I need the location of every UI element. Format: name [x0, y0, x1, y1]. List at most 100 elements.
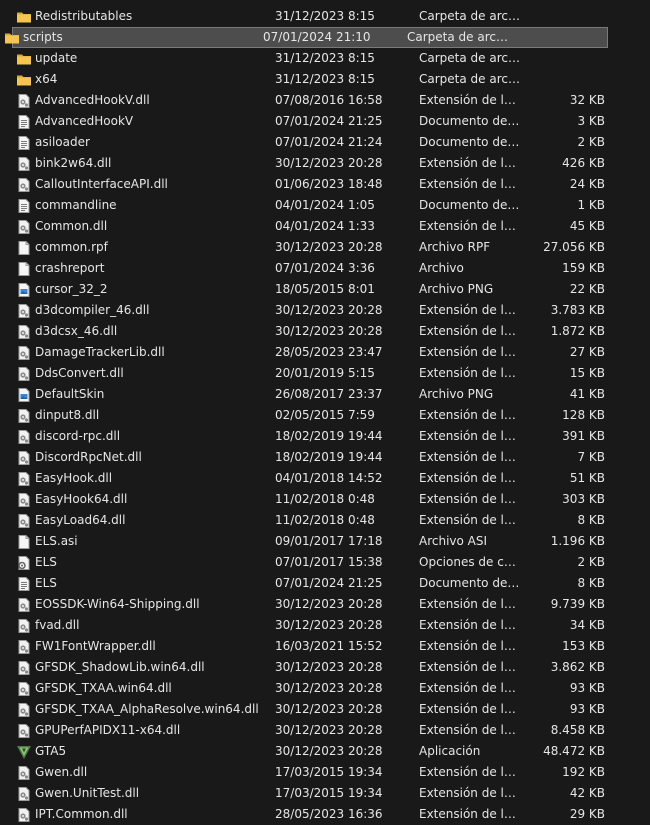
dll-file-icon [16, 450, 32, 466]
file-date-modified: 09/01/2017 17:18 [275, 534, 383, 548]
file-row[interactable]: EasyLoad64.dll 11/02/2018 0:48 Extensión d… [0, 510, 650, 531]
file-date-modified: 18/02/2019 19:44 [275, 429, 383, 443]
file-size: 3.783 KB [550, 303, 605, 317]
file-row[interactable]: d3dcsx_46.dll 30/12/2023 20:28 Extensión d… [0, 321, 650, 342]
config-file-icon [16, 555, 32, 571]
file-row[interactable]: AdvancedHookV.dll 07/08/2016 16:58 Extensi… [0, 90, 650, 111]
file-row[interactable]: Common.dll 04/01/2024 1:33 Extensión de la… [0, 216, 650, 237]
file-date-modified: 07/08/2016 16:58 [275, 93, 383, 107]
file-name: update [35, 51, 78, 65]
file-row[interactable]: bink2w64.dll 30/12/2023 20:28 Extensión de… [0, 153, 650, 174]
text-file-icon [16, 576, 32, 592]
file-type: Extensión de la ap... [419, 639, 523, 653]
blank-file-icon [16, 240, 32, 256]
file-date-modified: 04/01/2024 1:05 [275, 198, 375, 212]
file-row[interactable]: GFSDK_ShadowLib.win64.dll 30/12/2023 20:2… [0, 657, 650, 678]
file-row[interactable]: discord-rpc.dll 18/02/2019 19:44 Extensión… [0, 426, 650, 447]
file-name: GTA5 [35, 744, 67, 758]
file-row[interactable]: update 31/12/2023 8:15 Carpeta de archivos [0, 48, 650, 69]
file-row[interactable]: FW1FontWrapper.dll 16/03/2021 15:52 Extens… [0, 636, 650, 657]
file-row[interactable]: GPUPerfAPIDX11-x64.dll 30/12/2023 20:28 Ex… [0, 720, 650, 741]
file-date-modified: 30/12/2023 20:28 [275, 303, 383, 317]
file-size: 303 KB [562, 492, 605, 506]
dll-file-icon [16, 807, 32, 823]
file-date-modified: 28/05/2023 23:47 [275, 345, 383, 359]
file-date-modified: 20/01/2019 5:15 [275, 366, 375, 380]
file-row[interactable]: Gwen.UnitTest.dll 17/03/2015 19:34 Extensi… [0, 783, 650, 804]
file-size: 8.458 KB [550, 723, 605, 737]
file-type: Extensión de la ap... [419, 156, 523, 170]
file-row[interactable]: ELS 07/01/2024 21:25 Documento de te... 8 K… [0, 573, 650, 594]
file-row[interactable]: EOSSDK-Win64-Shipping.dll 30/12/2023 20:2… [0, 594, 650, 615]
image-file-icon [16, 387, 32, 403]
dll-file-icon [16, 765, 32, 781]
file-size: 159 KB [562, 261, 605, 275]
file-row[interactable]: commandline 04/01/2024 1:05 Documento de t… [0, 195, 650, 216]
file-name: dinput8.dll [35, 408, 100, 422]
file-row[interactable]: scripts 07/01/2024 21:10 Carpeta de archiv… [5, 27, 608, 48]
file-size: 45 KB [569, 219, 605, 233]
file-size: 93 KB [569, 681, 605, 695]
file-type: Opciones de confi... [419, 555, 523, 569]
file-size: 3.862 KB [550, 660, 605, 674]
file-row[interactable]: GFSDK_TXAA_AlphaResolve.win64.dll 30/12/2… [0, 699, 650, 720]
file-size: 3 KB [577, 114, 605, 128]
file-type: Extensión de la ap... [419, 492, 523, 506]
file-row[interactable]: GFSDK_TXAA.win64.dll 30/12/2023 20:28 Exte… [0, 678, 650, 699]
file-type: Extensión de la ap... [419, 597, 523, 611]
file-size: 1 KB [577, 198, 605, 212]
file-row[interactable]: AdvancedHookV 07/01/2024 21:25 Documento d… [0, 111, 650, 132]
file-name: EOSSDK-Win64-Shipping.dll [35, 597, 200, 611]
file-row[interactable]: DefaultSkin 26/08/2017 23:37 Archivo PNG 41… [0, 384, 650, 405]
file-date-modified: 30/12/2023 20:28 [275, 597, 383, 611]
file-row[interactable]: Gwen.dll 17/03/2015 19:34 Extensión de la … [0, 762, 650, 783]
file-date-modified: 04/01/2018 14:52 [275, 471, 383, 485]
file-size: 41 KB [569, 387, 605, 401]
file-type: Archivo ASI [419, 534, 488, 548]
file-name: GFSDK_TXAA.win64.dll [35, 681, 172, 695]
file-row[interactable]: IPT.Common.dll 28/05/2023 16:36 Extensión … [0, 804, 650, 825]
dll-file-icon [16, 681, 32, 697]
file-type: Extensión de la ap... [419, 93, 523, 107]
dll-file-icon [16, 177, 32, 193]
file-row[interactable]: CalloutInterfaceAPI.dll 01/06/2023 18:48 E… [0, 174, 650, 195]
dll-file-icon [16, 660, 32, 676]
file-type: Documento de te... [419, 198, 523, 212]
file-name: GPUPerfAPIDX11-x64.dll [35, 723, 181, 737]
file-row[interactable]: fvad.dll 30/12/2023 20:28 Extensión de la … [0, 615, 650, 636]
file-row[interactable]: ELS.asi 09/01/2017 17:18 Archivo ASI 1.196 … [0, 531, 650, 552]
file-row[interactable]: DiscordRpcNet.dll 18/02/2019 19:44 Extensi… [0, 447, 650, 468]
file-date-modified: 30/12/2023 20:28 [275, 660, 383, 674]
file-row[interactable]: DdsConvert.dll 20/01/2019 5:15 Extensión d… [0, 363, 650, 384]
blank-file-icon [16, 261, 32, 277]
file-row[interactable]: EasyHook.dll 04/01/2018 14:52 Extensión de… [0, 468, 650, 489]
file-type: Documento de te... [419, 114, 523, 128]
file-row[interactable]: cursor_32_2 18/05/2015 8:01 Archivo PNG 22 … [0, 279, 650, 300]
file-row[interactable]: dinput8.dll 02/05/2015 7:59 Extensión de l… [0, 405, 650, 426]
file-name: bink2w64.dll [35, 156, 112, 170]
file-row[interactable]: EasyHook64.dll 11/02/2018 0:48 Extensión d… [0, 489, 650, 510]
file-date-modified: 30/12/2023 20:28 [275, 744, 383, 758]
file-type: Carpeta de archivos [407, 30, 511, 44]
folder-icon [16, 9, 32, 25]
file-name: scripts [23, 30, 63, 44]
file-date-modified: 11/02/2018 0:48 [275, 492, 375, 506]
file-row[interactable]: asiloader 07/01/2024 21:24 Documento de te… [0, 132, 650, 153]
dll-file-icon [16, 303, 32, 319]
file-name: ELS [35, 576, 57, 590]
file-row[interactable]: crashreport 07/01/2024 3:36 Archivo 159 KB [0, 258, 650, 279]
dll-file-icon [16, 345, 32, 361]
file-row[interactable]: d3dcompiler_46.dll 30/12/2023 20:28 Extens… [0, 300, 650, 321]
file-name: GFSDK_TXAA_AlphaResolve.win64.dll [35, 702, 259, 716]
file-type: Carpeta de archivos [419, 72, 523, 86]
file-row[interactable]: GTA5 30/12/2023 20:28 Aplicación 48.472 KB [0, 741, 650, 762]
file-row[interactable]: Redistributables 31/12/2023 8:15 Carpeta d… [0, 6, 650, 27]
file-row[interactable]: DamageTrackerLib.dll 28/05/2023 23:47 Exte… [0, 342, 650, 363]
file-name: DamageTrackerLib.dll [35, 345, 165, 359]
file-type: Extensión de la ap... [419, 786, 523, 800]
file-name: fvad.dll [35, 618, 80, 632]
file-row[interactable]: common.rpf 30/12/2023 20:28 Archivo RPF 27.… [0, 237, 650, 258]
file-size: 22 KB [569, 282, 605, 296]
file-row[interactable]: ELS 07/01/2017 15:38 Opciones de confi... 2… [0, 552, 650, 573]
file-row[interactable]: x64 31/12/2023 8:15 Carpeta de archivos [0, 69, 650, 90]
